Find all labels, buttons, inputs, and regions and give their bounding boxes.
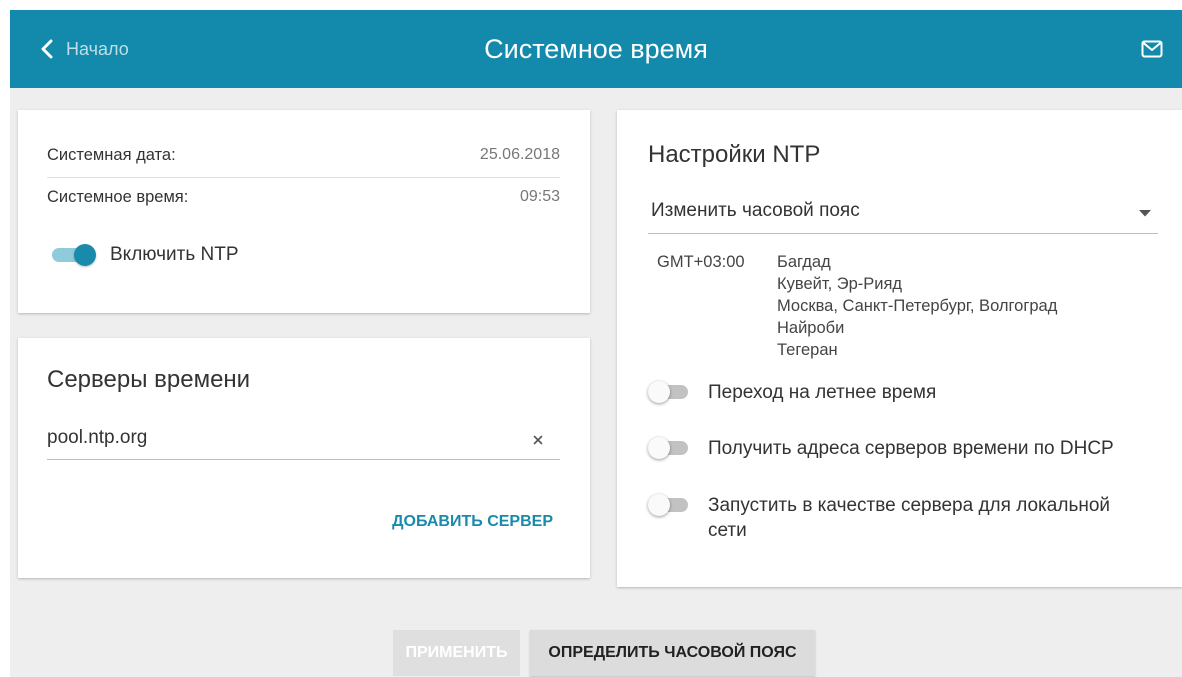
envelope-icon bbox=[1141, 40, 1163, 58]
clear-server-button[interactable] bbox=[533, 435, 543, 445]
add-server-button[interactable]: ДОБАВИТЬ СЕРВЕР bbox=[376, 504, 569, 540]
messages-button[interactable] bbox=[1141, 40, 1163, 58]
system-info-card: Системная дата: 25.06.2018 Системное вре… bbox=[18, 110, 590, 313]
system-time-label: Системное время: bbox=[47, 187, 189, 206]
ntp-settings-title: Настройки NTP bbox=[648, 141, 821, 168]
timezone-city: Кувейт, Эр-Рияд bbox=[777, 275, 903, 293]
caret-down-icon bbox=[1139, 210, 1151, 217]
input-underline bbox=[47, 459, 560, 460]
timezone-city: Тегеран bbox=[777, 341, 838, 359]
timezone-city-list: Багдад Кувейт, Эр-Рияд Москва, Санкт-Пет… bbox=[777, 251, 1057, 361]
daylight-saving-label: Переход на летнее время bbox=[708, 382, 937, 403]
timezone-select[interactable]: Изменить часовой пояс bbox=[648, 194, 1158, 234]
back-label: Начало bbox=[66, 39, 129, 59]
system-date-value: 25.06.2018 bbox=[479, 146, 560, 163]
timezone-city: Найроби bbox=[777, 319, 845, 337]
page-title: Системное время bbox=[484, 34, 708, 64]
system-date-row: Системная дата: 25.06.2018 bbox=[47, 143, 560, 167]
toggle-thumb bbox=[648, 437, 670, 459]
top-bar: Начало Системное время bbox=[10, 10, 1182, 88]
timezone-city: Багдад bbox=[777, 253, 831, 271]
lan-ntp-server-toggle[interactable] bbox=[648, 493, 692, 517]
daylight-saving-toggle[interactable] bbox=[648, 380, 692, 404]
dhcp-time-servers-label: Получить адреса серверов времени по DHCP bbox=[708, 438, 1114, 459]
time-servers-card: Серверы времени ДОБАВИТЬ СЕРВЕР bbox=[18, 338, 590, 578]
toggle-thumb bbox=[648, 494, 670, 516]
lan-ntp-server-label: Запустить в качестве сервера для локальн… bbox=[708, 495, 1111, 541]
detect-timezone-button[interactable]: ОПРЕДЕЛИТЬ ЧАСОВОЙ ПОЯС bbox=[530, 630, 815, 676]
dhcp-time-servers-toggle[interactable] bbox=[648, 436, 692, 460]
chevron-left-icon bbox=[41, 39, 53, 59]
time-servers-title: Серверы времени bbox=[47, 366, 251, 393]
system-date-label: Системная дата: bbox=[47, 145, 176, 164]
divider bbox=[47, 177, 560, 178]
toggle-thumb bbox=[74, 244, 96, 266]
toggle-thumb bbox=[648, 381, 670, 403]
system-time-value: 09:53 bbox=[519, 188, 560, 205]
enable-ntp-toggle[interactable] bbox=[52, 243, 96, 267]
timezone-offset: GMT+03:00 bbox=[657, 253, 745, 271]
close-icon bbox=[533, 435, 543, 445]
ntp-settings-card: Настройки NTP Изменить часовой пояс GMT+… bbox=[617, 110, 1182, 587]
time-server-input[interactable] bbox=[47, 424, 527, 452]
system-time-row: Системное время: 09:53 bbox=[47, 185, 560, 209]
enable-ntp-label: Включить NTP bbox=[110, 244, 239, 265]
timezone-city: Москва, Санкт-Петербург, Волгоград bbox=[777, 297, 1058, 315]
apply-button[interactable]: ПРИМЕНИТЬ bbox=[393, 630, 520, 676]
app-window: Начало Системное время Системная дата: 2… bbox=[10, 10, 1182, 677]
timezone-select-value: Изменить часовой пояс bbox=[651, 200, 860, 221]
back-link[interactable]: Начало bbox=[40, 34, 129, 64]
